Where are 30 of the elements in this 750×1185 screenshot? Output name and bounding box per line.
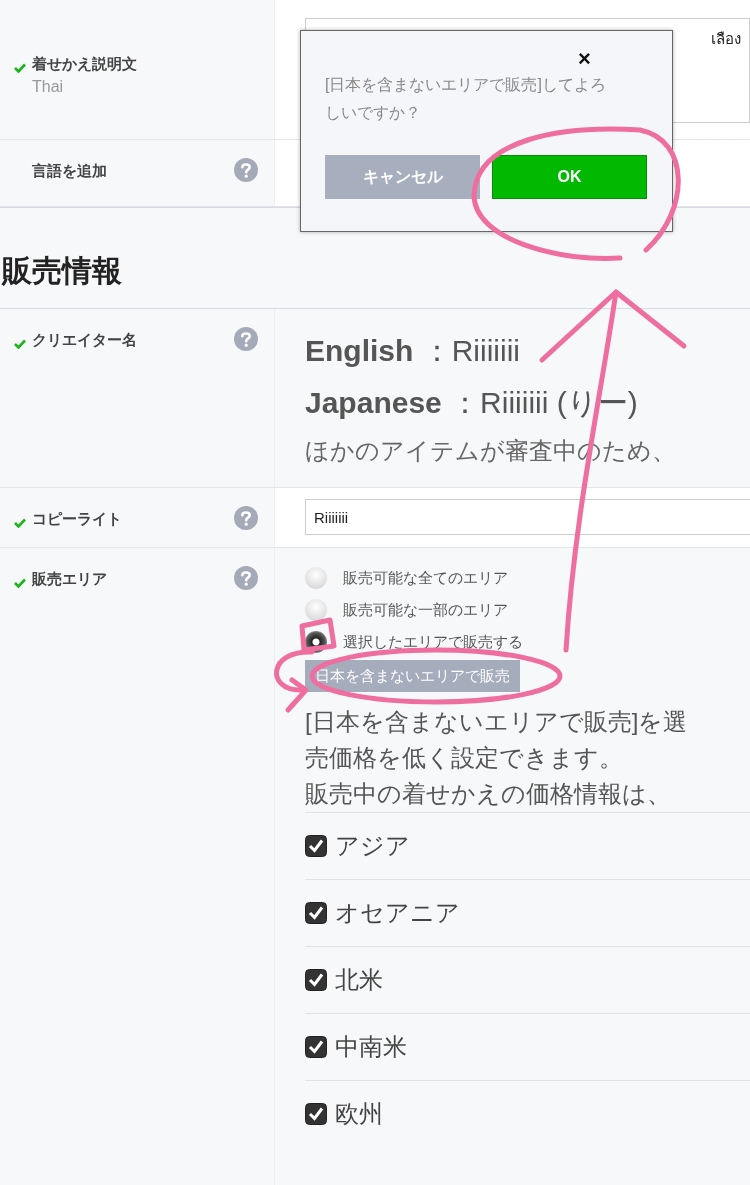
radio-button[interactable] bbox=[305, 599, 327, 621]
ok-button[interactable]: OK bbox=[492, 155, 647, 199]
region-label: 北米 bbox=[335, 965, 383, 995]
checkbox[interactable] bbox=[305, 1036, 327, 1058]
copyright-field[interactable]: Riiiiiii bbox=[305, 499, 750, 535]
checkbox[interactable] bbox=[305, 969, 327, 991]
description-text: [日本を含まないエリアで販売]を選 bbox=[305, 707, 689, 737]
checkbox[interactable] bbox=[305, 902, 327, 924]
field-label: 言語を追加 bbox=[32, 162, 107, 181]
radio-label: 販売可能な一部のエリア bbox=[343, 600, 508, 620]
region-label: 欧州 bbox=[335, 1099, 383, 1129]
region-label: 中南米 bbox=[335, 1032, 407, 1062]
section-title: 販売情報 bbox=[2, 253, 122, 289]
field-label: 着せかえ説明文 bbox=[32, 55, 137, 74]
field-sublabel: Thai bbox=[32, 78, 65, 96]
field-label: 販売エリア bbox=[32, 570, 107, 589]
field-label: コピーライト bbox=[32, 510, 122, 529]
radio-button[interactable] bbox=[305, 567, 327, 589]
checkbox[interactable] bbox=[305, 1103, 327, 1125]
dialog-message: [日本を含まないエリアで販売]してよろしいですか？ bbox=[325, 75, 607, 123]
cancel-button[interactable]: キャンセル bbox=[325, 155, 480, 199]
checkbox[interactable] bbox=[305, 835, 327, 857]
description-text: 売価格を低く設定できます。 bbox=[305, 743, 624, 773]
description-text: 販売中の着せかえの価格情報は、 bbox=[305, 779, 672, 809]
field-label: クリエイター名 bbox=[32, 331, 137, 350]
region-label: アジア bbox=[335, 831, 410, 861]
region-label: オセアニア bbox=[335, 898, 460, 928]
radio-label: 販売可能な全てのエリア bbox=[343, 568, 508, 588]
creator-name: English ：Riiiiiii bbox=[305, 333, 521, 369]
creator-name: Japanese ：Riiiiiii (りー) bbox=[305, 385, 639, 421]
